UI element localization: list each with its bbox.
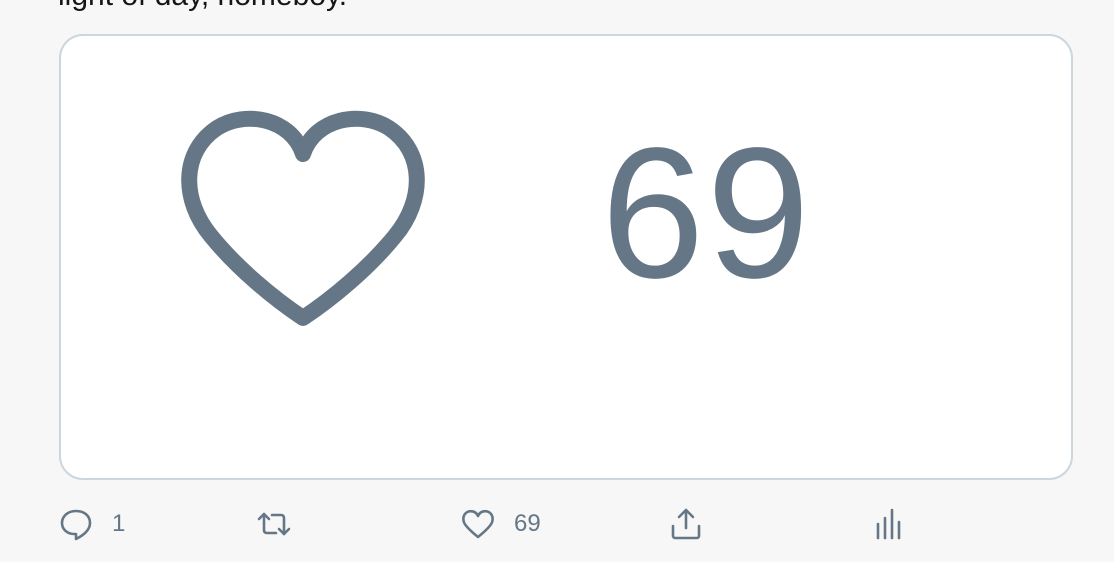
reply-count: 1 <box>112 510 126 537</box>
like-button[interactable]: 69 <box>460 496 541 552</box>
like-count: 69 <box>514 510 541 537</box>
reply-button[interactable]: 1 <box>58 496 125 552</box>
tweet-text: light of day, homeboy. <box>58 0 347 14</box>
tweet-media-card[interactable]: 69 <box>59 34 1073 480</box>
retweet-button[interactable] <box>256 496 310 552</box>
media-like-count: 69 <box>601 110 812 317</box>
reply-icon <box>60 509 92 541</box>
share-icon <box>671 508 701 540</box>
heart-outline-icon <box>181 110 425 326</box>
tweet-action-bar: 1 69 <box>0 496 1114 552</box>
analytics-button[interactable] <box>870 496 906 552</box>
heart-icon <box>462 509 494 539</box>
analytics-icon <box>876 508 901 540</box>
tweet-container: light of day, homeboy. 69 1 <box>0 0 1114 562</box>
share-button[interactable] <box>668 496 704 552</box>
retweet-icon <box>257 512 291 536</box>
